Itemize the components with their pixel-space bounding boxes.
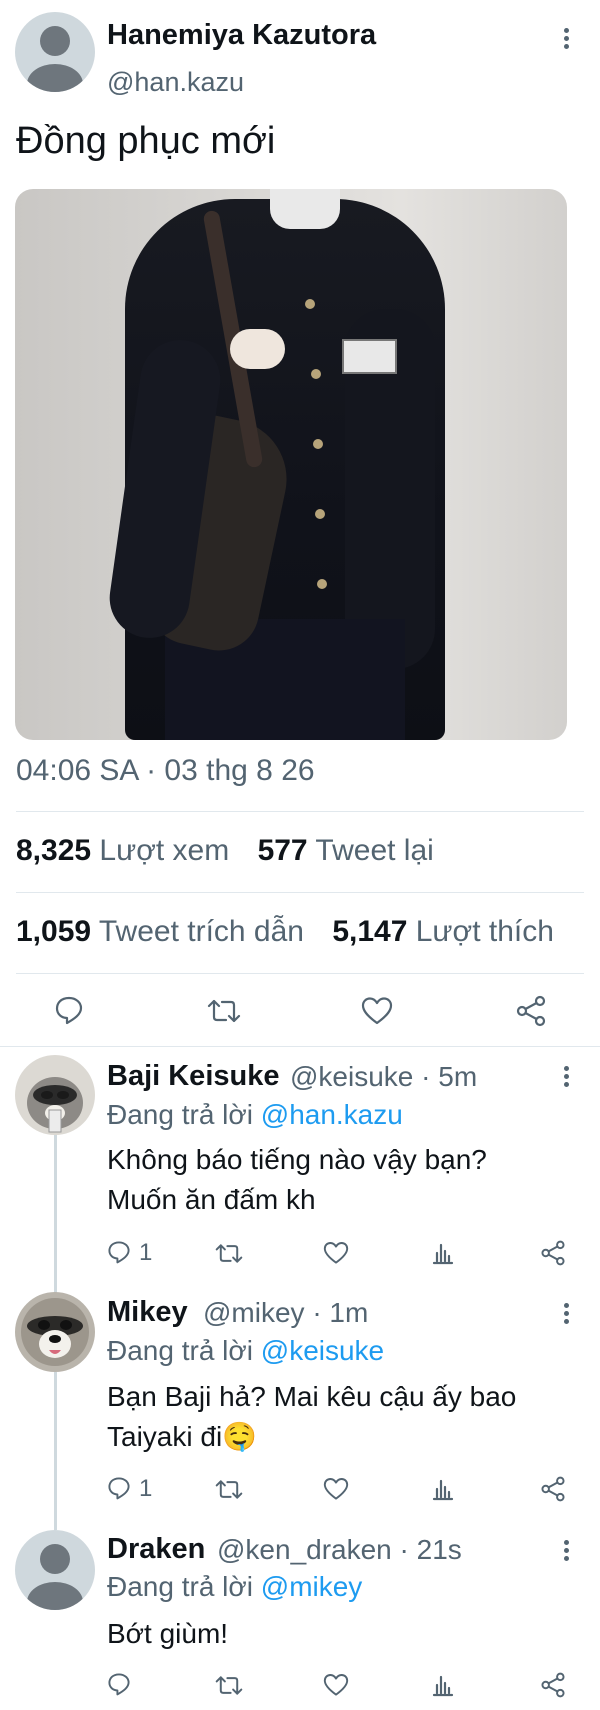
reply-count: 1 bbox=[139, 1475, 153, 1502]
share-icon[interactable] bbox=[515, 995, 547, 1027]
reply-count: 1 bbox=[139, 1239, 153, 1266]
reply-author-name[interactable]: Draken bbox=[107, 1533, 205, 1566]
reply-icon[interactable] bbox=[54, 995, 84, 1025]
like-icon[interactable] bbox=[323, 1477, 349, 1501]
author-handle[interactable]: @han.kazu bbox=[107, 67, 244, 98]
reply-mention-link[interactable]: @mikey bbox=[261, 1571, 363, 1602]
stats-row-1: 8,325 Lượt xem 577 Tweet lại bbox=[16, 834, 454, 868]
stats-row-2: 1,059 Tweet trích dẫn 5,147 Lượt thích bbox=[16, 915, 574, 949]
replying-to-label: Đang trả lời bbox=[107, 1571, 253, 1602]
divider bbox=[16, 892, 584, 893]
analytics-icon[interactable] bbox=[432, 1241, 454, 1265]
more-options-icon[interactable] bbox=[555, 24, 579, 54]
retweet-icon[interactable] bbox=[215, 1674, 243, 1697]
likes-count[interactable]: 5,147 bbox=[332, 915, 407, 948]
reply-icon[interactable] bbox=[107, 1672, 131, 1696]
reply-author-meta[interactable]: @ken_draken · 21s bbox=[217, 1534, 462, 1566]
views-label[interactable]: Lượt xem bbox=[99, 834, 229, 867]
quotes-label[interactable]: Tweet trích dẫn bbox=[99, 915, 304, 948]
analytics-icon[interactable] bbox=[432, 1673, 454, 1697]
more-options-icon[interactable] bbox=[555, 1536, 579, 1566]
reply-mention-link[interactable]: @keisuke bbox=[261, 1335, 384, 1366]
tweet-timestamp[interactable]: 04:06 SA · 03 thg 8 26 bbox=[16, 754, 315, 788]
share-icon[interactable] bbox=[540, 1240, 566, 1266]
like-icon[interactable] bbox=[323, 1241, 349, 1265]
thread-line bbox=[54, 1134, 57, 1294]
reply-author-meta[interactable]: @keisuke · 5m bbox=[290, 1061, 477, 1093]
author-name[interactable]: Hanemiya Kazutora bbox=[107, 19, 376, 52]
analytics-icon[interactable] bbox=[432, 1477, 454, 1501]
reply-text: Bớt giùm! bbox=[107, 1614, 228, 1654]
reply-text: Bạn Baji hả? Mai kêu cậu ấy bao Taiyaki … bbox=[107, 1377, 516, 1457]
thread-line bbox=[54, 1372, 57, 1530]
like-icon[interactable] bbox=[323, 1673, 349, 1697]
reply-text-line: Muốn ăn đấm kh bbox=[107, 1184, 316, 1215]
reply-avatar[interactable] bbox=[15, 1292, 95, 1372]
reply-author-meta[interactable]: @mikey · 1m bbox=[203, 1297, 368, 1329]
divider bbox=[16, 811, 584, 812]
divider bbox=[16, 973, 584, 974]
replying-to-label: Đang trả lời bbox=[107, 1099, 253, 1130]
reply-text-line: Taiyaki đi🤤 bbox=[107, 1421, 258, 1452]
quotes-count[interactable]: 1,059 bbox=[16, 915, 91, 948]
reply-icon[interactable] bbox=[107, 1240, 131, 1264]
retweet-icon[interactable] bbox=[215, 1242, 243, 1265]
reply-author-name[interactable]: Mikey bbox=[107, 1296, 188, 1329]
reply-avatar[interactable] bbox=[15, 1055, 95, 1135]
tweet-photo[interactable] bbox=[15, 189, 567, 740]
author-avatar[interactable] bbox=[15, 12, 95, 92]
reply-text-line: Không báo tiếng nào vậy bạn? bbox=[107, 1144, 487, 1175]
likes-label[interactable]: Lượt thích bbox=[416, 915, 554, 948]
more-options-icon[interactable] bbox=[555, 1062, 579, 1092]
like-icon[interactable] bbox=[361, 996, 393, 1026]
retweets-label[interactable]: Tweet lại bbox=[315, 834, 433, 867]
reply-text-line: Bạn Baji hả? Mai kêu cậu ấy bao bbox=[107, 1381, 517, 1412]
replying-to: Đang trả lời @han.kazu bbox=[107, 1099, 403, 1131]
more-options-icon[interactable] bbox=[555, 1299, 579, 1329]
reply-mention-link[interactable]: @han.kazu bbox=[261, 1099, 403, 1130]
share-icon[interactable] bbox=[540, 1672, 566, 1698]
reply-text: Không báo tiếng nào vậy bạn? Muốn ăn đấm… bbox=[107, 1140, 487, 1220]
reply-text-line: Bớt giùm! bbox=[107, 1618, 229, 1649]
divider bbox=[0, 1046, 600, 1047]
replying-to: Đang trả lời @mikey bbox=[107, 1571, 362, 1603]
replying-to: Đang trả lời @keisuke bbox=[107, 1335, 384, 1367]
reply-author-name[interactable]: Baji Keisuke bbox=[107, 1060, 279, 1093]
reply-icon[interactable] bbox=[107, 1476, 131, 1500]
reply-avatar[interactable] bbox=[15, 1530, 95, 1610]
retweet-icon[interactable] bbox=[207, 997, 241, 1025]
retweets-count[interactable]: 577 bbox=[258, 834, 308, 867]
tweet-text: Đồng phục mới bbox=[16, 120, 276, 162]
views-count[interactable]: 8,325 bbox=[16, 834, 91, 867]
share-icon[interactable] bbox=[540, 1476, 566, 1502]
replying-to-label: Đang trả lời bbox=[107, 1335, 253, 1366]
retweet-icon[interactable] bbox=[215, 1478, 243, 1501]
